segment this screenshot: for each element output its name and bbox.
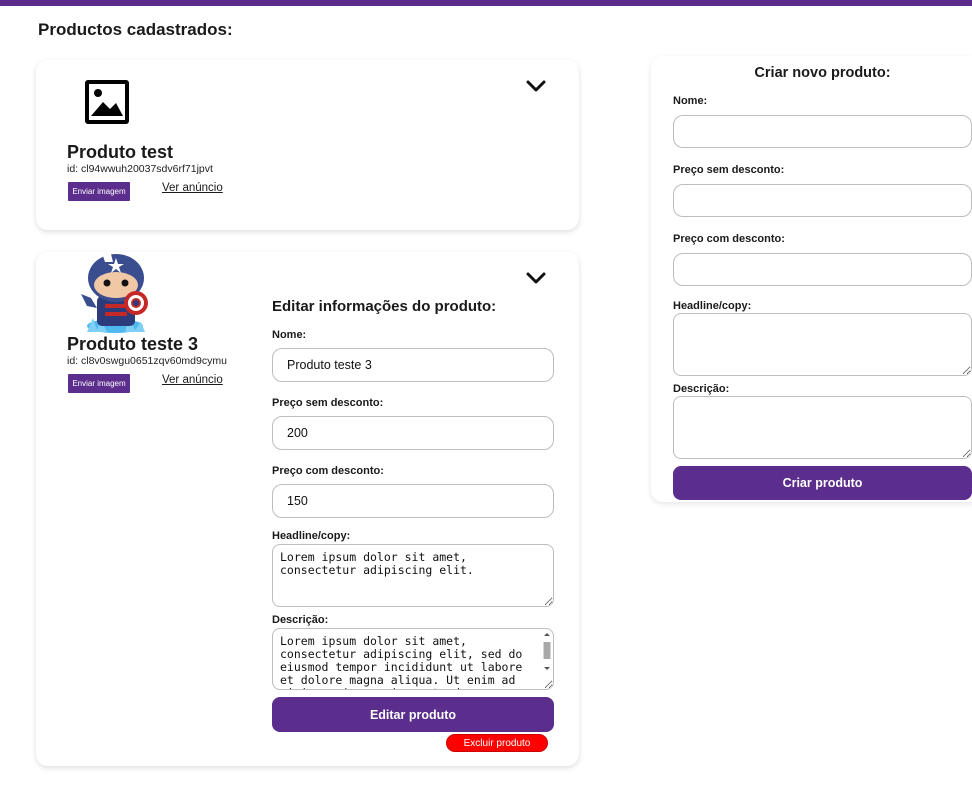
chevron-down-icon[interactable] [525,78,547,94]
create-product-form: Criar novo produto: Nome: Preço sem desc… [673,65,972,500]
headline-textarea[interactable]: Lorem ipsum dolor sit amet, consectetur … [272,544,554,607]
price-label: Preço sem desconto: [272,397,384,409]
description-textarea[interactable]: Lorem ipsum dolor sit amet, consectetur … [272,628,554,690]
name-label: Nome: [272,329,307,341]
create-product-button[interactable]: Criar produto [673,466,972,500]
name-input[interactable] [272,348,554,382]
create-form-heading: Criar novo produto: [754,65,891,81]
product-card: Produto test id: cl94wwuh20037sdv6rf71jp… [36,60,579,230]
view-ad-link[interactable]: Ver anúncio [162,374,223,386]
captain-america-figure-image [81,254,148,333]
edit-product-button[interactable]: Editar produto [272,697,554,732]
new-discount-price-label: Preço com desconto: [673,233,785,245]
image-placeholder-icon [85,80,129,124]
new-headline-label: Headline/copy: [673,300,752,312]
new-description-label: Descrição: [673,383,730,395]
discount-price-label: Preço com desconto: [272,465,384,477]
top-bar [0,0,972,6]
new-name-input[interactable] [673,115,972,148]
product-id: id: cl94wwuh20037sdv6rf71jpvt [67,163,213,175]
new-discount-price-input[interactable] [673,253,972,286]
description-scrollbar[interactable] [542,631,552,687]
view-ad-link[interactable]: Ver anúncio [162,182,223,194]
new-name-label: Nome: [673,95,708,107]
edit-product-form: Editar informações do produto: Nome: Pre… [272,298,554,732]
upload-image-button[interactable]: Enviar imagem [68,182,130,201]
new-headline-textarea[interactable] [673,313,972,376]
new-price-input[interactable] [673,184,972,217]
create-product-card: Criar novo produto: Nome: Preço sem desc… [651,56,972,502]
product-name: Produto teste 3 [67,334,199,354]
new-description-textarea[interactable] [673,396,972,459]
product-card: Produto teste 3 id: cl8v0swgu0651zqv60md… [36,252,579,766]
edit-form-heading: Editar informações do produto: [272,298,497,315]
new-price-label: Preço sem desconto: [673,164,785,176]
discount-price-input[interactable] [272,484,554,518]
price-input[interactable] [272,416,554,450]
delete-product-button[interactable]: Excluir produto [446,734,548,752]
description-label: Descrição: [272,614,329,626]
upload-image-button[interactable]: Enviar imagem [68,374,130,393]
product-name: Produto test [67,142,173,162]
chevron-up-icon[interactable] [525,270,547,286]
headline-label: Headline/copy: [272,530,351,542]
page-title: Productos cadastrados: [38,20,233,39]
product-id: id: cl8v0swgu0651zqv60md9cymu [67,355,227,367]
